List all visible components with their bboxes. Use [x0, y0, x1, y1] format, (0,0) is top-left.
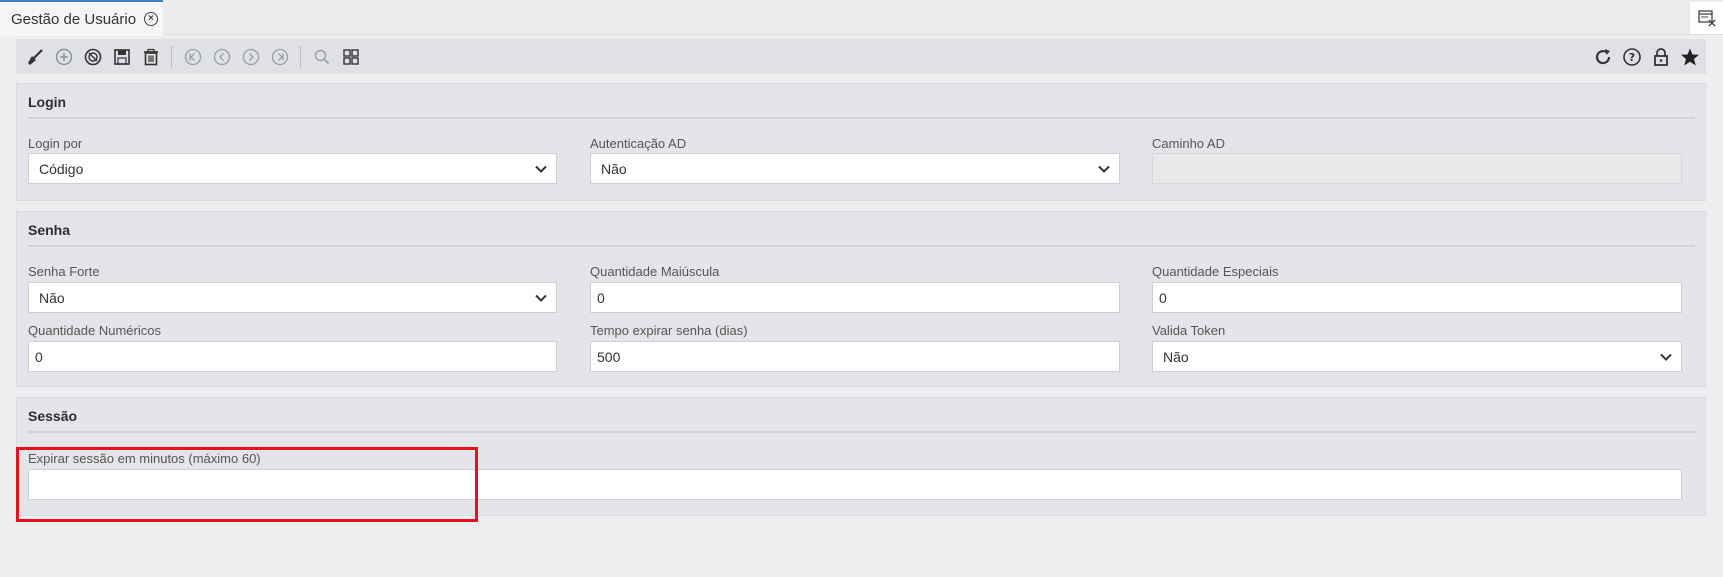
quantidade-maiuscula-label: Quantidade Maiúscula: [590, 264, 720, 279]
divider: [28, 245, 1695, 247]
valida-token-select[interactable]: Não: [1152, 341, 1682, 372]
refresh-icon[interactable]: [1588, 42, 1617, 71]
chevron-down-icon: [535, 165, 547, 173]
add-circle-icon[interactable]: [49, 42, 78, 71]
toolbar: ?: [16, 39, 1706, 74]
valida-token-value: Não: [1163, 348, 1189, 365]
autenticacao-ad-select[interactable]: Não: [590, 153, 1120, 184]
chevron-down-icon: [535, 294, 547, 302]
toolbar-separator: [171, 45, 172, 68]
quantidade-especiais-value: 0: [1159, 289, 1167, 306]
quantidade-maiuscula-input[interactable]: 0: [590, 282, 1120, 313]
tempo-expirar-label: Tempo expirar senha (dias): [590, 323, 748, 338]
section-title-login: Login: [28, 94, 67, 110]
toolbar-separator: [300, 45, 301, 68]
quantidade-especiais-label: Quantidade Especiais: [1152, 264, 1279, 279]
trash-icon[interactable]: [136, 42, 165, 71]
senha-forte-select[interactable]: Não: [28, 282, 557, 313]
cancel-circle-icon[interactable]: [78, 42, 107, 71]
lock-icon[interactable]: [1646, 42, 1675, 71]
senha-section: Senha Senha Forte Não Quantidade Maiúscu…: [16, 211, 1706, 387]
quantidade-numericos-label: Quantidade Numéricos: [28, 323, 161, 338]
quantidade-numericos-value: 0: [35, 348, 43, 365]
highlight-box: [16, 447, 478, 522]
first-icon[interactable]: [178, 42, 207, 71]
save-icon[interactable]: [107, 42, 136, 71]
tab-bar: Gestão de Usuário ×: [0, 0, 1723, 36]
search-icon[interactable]: [307, 42, 336, 71]
login-section: Login Login por Código Autenticação AD N…: [16, 83, 1706, 201]
broom-icon[interactable]: [20, 42, 49, 71]
star-icon[interactable]: [1675, 42, 1704, 71]
section-title-sessao: Sessão: [28, 408, 78, 424]
chevron-down-icon: [1098, 165, 1110, 173]
autenticacao-ad-value: Não: [601, 160, 627, 177]
help-icon[interactable]: ?: [1617, 42, 1646, 71]
close-circle-icon[interactable]: ×: [144, 12, 159, 26]
next-icon[interactable]: [236, 42, 265, 71]
login-por-select[interactable]: Código: [28, 153, 557, 184]
previous-icon[interactable]: [207, 42, 236, 71]
svg-text:?: ?: [1628, 51, 1634, 64]
tempo-expirar-input[interactable]: 500: [590, 341, 1120, 372]
tempo-expirar-value: 500: [597, 348, 621, 365]
quantidade-especiais-input[interactable]: 0: [1152, 282, 1682, 313]
valida-token-label: Valida Token: [1152, 323, 1226, 338]
caminho-ad-label: Caminho AD: [1152, 136, 1225, 151]
quantidade-numericos-input[interactable]: 0: [28, 341, 557, 372]
tab-gestao-usuario[interactable]: Gestão de Usuário ×: [0, 0, 163, 36]
caminho-ad-input: [1152, 153, 1682, 184]
divider: [28, 117, 1695, 119]
last-icon[interactable]: [265, 42, 294, 71]
quantidade-maiuscula-value: 0: [597, 289, 605, 306]
section-title-senha: Senha: [28, 222, 71, 238]
divider: [28, 431, 1695, 433]
chevron-down-icon: [1660, 353, 1672, 361]
grid-icon[interactable]: [336, 42, 365, 71]
senha-forte-value: Não: [39, 289, 65, 306]
login-por-label: Login por: [28, 136, 83, 151]
window-close-icon[interactable]: [1690, 2, 1723, 34]
login-por-value: Código: [39, 160, 84, 177]
senha-forte-label: Senha Forte: [28, 264, 100, 279]
autenticacao-ad-label: Autenticação AD: [590, 136, 687, 151]
tab-title: Gestão de Usuário: [11, 10, 137, 28]
